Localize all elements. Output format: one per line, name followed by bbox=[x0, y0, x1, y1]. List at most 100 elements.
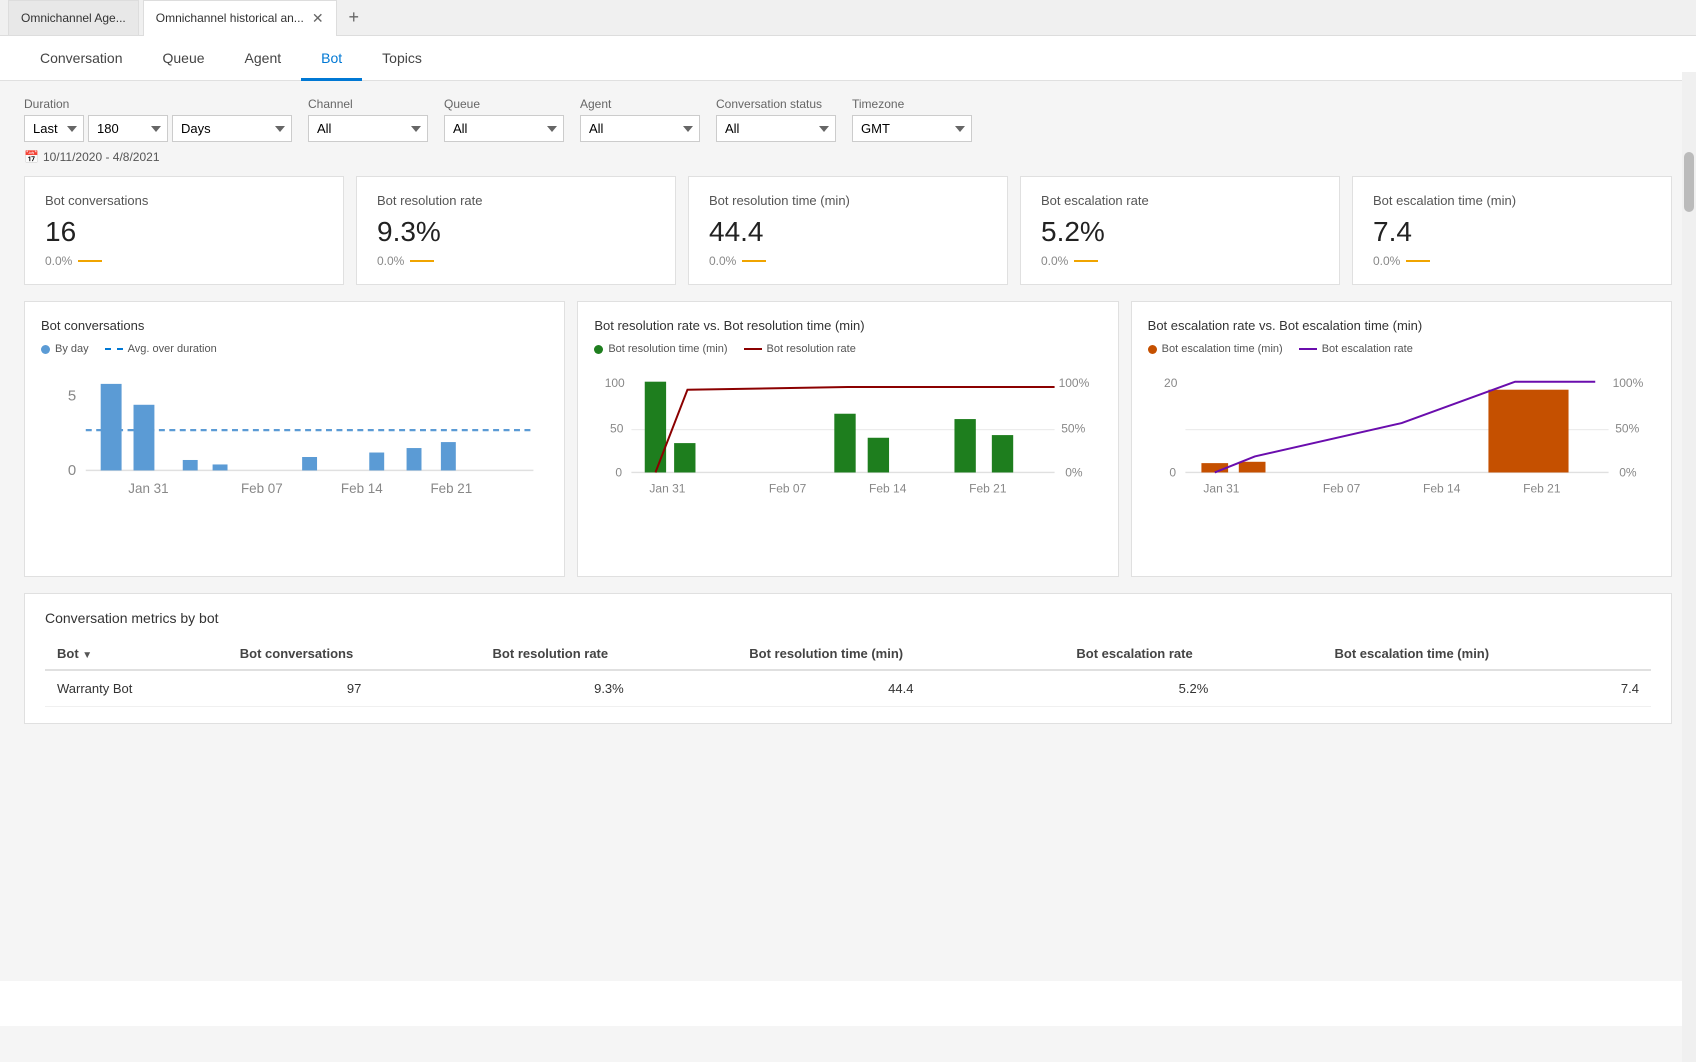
new-tab-button[interactable]: + bbox=[341, 7, 368, 28]
res-bar-5 bbox=[955, 419, 976, 472]
escalation-time-label: Bot escalation time (min) bbox=[1162, 343, 1283, 355]
col-bot[interactable]: Bot ▼ bbox=[45, 638, 228, 670]
bot-escalation-svg: 20 0 100% 50% 0% Jan 31 bbox=[1148, 363, 1655, 537]
conversation-status-filter: Conversation status All bbox=[716, 97, 836, 142]
svg-text:0%: 0% bbox=[1619, 465, 1637, 479]
svg-text:0: 0 bbox=[616, 465, 623, 479]
kpi-bot-escalation-rate-title: Bot escalation rate bbox=[1041, 193, 1319, 208]
cell-bot-escalation-time: 7.4 bbox=[1323, 670, 1652, 707]
kpi-bot-conversations: Bot conversations 16 0.0% bbox=[24, 176, 344, 285]
legend-resolution-time: Bot resolution time (min) bbox=[594, 343, 727, 355]
svg-text:Feb 07: Feb 07 bbox=[769, 481, 807, 495]
svg-text:50%: 50% bbox=[1062, 421, 1086, 435]
svg-text:Feb 14: Feb 14 bbox=[869, 481, 907, 495]
legend-avg-duration: Avg. over duration bbox=[105, 343, 217, 355]
kpi-bot-conversations-value: 16 bbox=[45, 216, 323, 248]
resolution-rate-line-icon bbox=[744, 348, 762, 350]
svg-text:50%: 50% bbox=[1615, 421, 1639, 435]
svg-text:100%: 100% bbox=[1612, 376, 1643, 390]
trend-line-icon bbox=[78, 260, 102, 262]
agent-filter: Agent All bbox=[580, 97, 700, 142]
nav-tab-topics[interactable]: Topics bbox=[362, 36, 442, 81]
main-container: Conversation Queue Agent Bot Topics Dura… bbox=[0, 36, 1696, 1026]
svg-text:Jan 31: Jan 31 bbox=[650, 481, 686, 495]
nav-tab-conversation[interactable]: Conversation bbox=[20, 36, 143, 81]
col-bot-conversations: Bot conversations bbox=[228, 638, 481, 670]
nav-tab-bot[interactable]: Bot bbox=[301, 36, 362, 81]
svg-text:5: 5 bbox=[68, 387, 76, 404]
kpi-bot-escalation-rate-footer: 0.0% bbox=[1041, 254, 1319, 268]
nav-tab-agent[interactable]: Agent bbox=[225, 36, 302, 81]
kpi-bot-resolution-time-change: 0.0% bbox=[709, 254, 736, 268]
scrollbar-thumb[interactable] bbox=[1684, 152, 1694, 212]
conversation-status-select[interactable]: All bbox=[716, 115, 836, 142]
nav-tab-queue[interactable]: Queue bbox=[143, 36, 225, 81]
browser-tab-1[interactable]: Omnichannel Age... bbox=[8, 0, 139, 36]
kpi-bot-resolution-rate-value: 9.3% bbox=[377, 216, 655, 248]
kpi-bot-escalation-rate-value: 5.2% bbox=[1041, 216, 1319, 248]
kpi-bot-escalation-time-change: 0.0% bbox=[1373, 254, 1400, 268]
bar-1 bbox=[101, 384, 122, 471]
duration-preset-select[interactable]: Last bbox=[24, 115, 84, 142]
by-day-label: By day bbox=[55, 343, 89, 355]
page-content: Duration Last 180 Days Channel bbox=[0, 81, 1696, 981]
svg-text:0%: 0% bbox=[1066, 465, 1084, 479]
res-bar-2 bbox=[674, 443, 695, 472]
resolution-rate-label: Bot resolution rate bbox=[767, 343, 856, 355]
bot-resolution-chart-title: Bot resolution rate vs. Bot resolution t… bbox=[594, 318, 1101, 333]
kpi-bot-escalation-time: Bot escalation time (min) 7.4 0.0% bbox=[1352, 176, 1672, 285]
bot-conversations-svg: 5 0 Jan 31 Feb 0 bbox=[41, 363, 548, 557]
legend-escalation-rate: Bot escalation rate bbox=[1299, 343, 1413, 355]
cell-bot-escalation-rate: 5.2% bbox=[1064, 670, 1322, 707]
channel-label: Channel bbox=[308, 97, 428, 111]
svg-text:Feb 14: Feb 14 bbox=[1423, 481, 1461, 495]
kpi-bot-resolution-time-value: 44.4 bbox=[709, 216, 987, 248]
duration-value-select[interactable]: 180 bbox=[88, 115, 168, 142]
conversation-status-label: Conversation status bbox=[716, 97, 836, 111]
svg-text:100%: 100% bbox=[1059, 376, 1090, 390]
timezone-select[interactable]: GMT bbox=[852, 115, 972, 142]
svg-text:Feb 21: Feb 21 bbox=[969, 481, 1007, 495]
bot-resolution-legend: Bot resolution time (min) Bot resolution… bbox=[594, 343, 1101, 355]
date-range: 📅 10/11/2020 - 4/8/2021 bbox=[24, 150, 1672, 164]
table-row: Warranty Bot 97 9.3% 44.4 5.2% 7.4 bbox=[45, 670, 1651, 707]
trend-line-icon-2 bbox=[410, 260, 434, 262]
bot-escalation-chart-title: Bot escalation rate vs. Bot escalation t… bbox=[1148, 318, 1655, 333]
close-icon[interactable]: ✕ bbox=[312, 10, 324, 27]
kpi-bot-escalation-time-title: Bot escalation time (min) bbox=[1373, 193, 1651, 208]
calendar-icon: 📅 bbox=[24, 150, 39, 164]
trend-line-icon-3 bbox=[742, 260, 766, 262]
cell-bot-resolution-time: 44.4 bbox=[737, 670, 1064, 707]
esc-bar-2 bbox=[1238, 462, 1265, 473]
svg-text:Feb 21: Feb 21 bbox=[1523, 481, 1561, 495]
col-bot-conversations-label: Bot conversations bbox=[240, 646, 353, 661]
agent-select[interactable]: All bbox=[580, 115, 700, 142]
kpi-bot-conversations-change: 0.0% bbox=[45, 254, 72, 268]
browser-chrome: Omnichannel Age... Omnichannel historica… bbox=[0, 0, 1696, 36]
col-bot-resolution-time-label: Bot resolution time (min) bbox=[749, 646, 903, 661]
bar-7 bbox=[407, 448, 422, 470]
channel-select[interactable]: All bbox=[308, 115, 428, 142]
cell-bot-name: Warranty Bot bbox=[45, 670, 228, 707]
kpi-bot-resolution-rate-title: Bot resolution rate bbox=[377, 193, 655, 208]
timezone-filter: Timezone GMT bbox=[852, 97, 972, 142]
queue-select[interactable]: All bbox=[444, 115, 564, 142]
kpi-bot-resolution-rate-footer: 0.0% bbox=[377, 254, 655, 268]
scrollbar-track[interactable] bbox=[1682, 72, 1696, 1062]
svg-text:Feb 07: Feb 07 bbox=[1323, 481, 1361, 495]
legend-by-day: By day bbox=[41, 343, 89, 355]
res-bar-6 bbox=[992, 435, 1013, 472]
col-bot-escalation-rate: Bot escalation rate bbox=[1064, 638, 1322, 670]
duration-unit-select[interactable]: Days bbox=[172, 115, 292, 142]
table-section: Conversation metrics by bot Bot ▼ Bot co… bbox=[24, 593, 1672, 724]
escalation-rate-label: Bot escalation rate bbox=[1322, 343, 1413, 355]
cell-bot-resolution-rate: 9.3% bbox=[481, 670, 738, 707]
col-bot-escalation-time: Bot escalation time (min) bbox=[1323, 638, 1652, 670]
svg-text:0: 0 bbox=[1169, 465, 1176, 479]
charts-row: Bot conversations By day Avg. over durat… bbox=[24, 301, 1672, 577]
bot-conversations-legend: By day Avg. over duration bbox=[41, 343, 548, 355]
timezone-label: Timezone bbox=[852, 97, 972, 111]
browser-tab-2[interactable]: Omnichannel historical an... ✕ bbox=[143, 0, 337, 36]
kpi-bot-escalation-rate-change: 0.0% bbox=[1041, 254, 1068, 268]
avg-duration-label: Avg. over duration bbox=[128, 343, 217, 355]
